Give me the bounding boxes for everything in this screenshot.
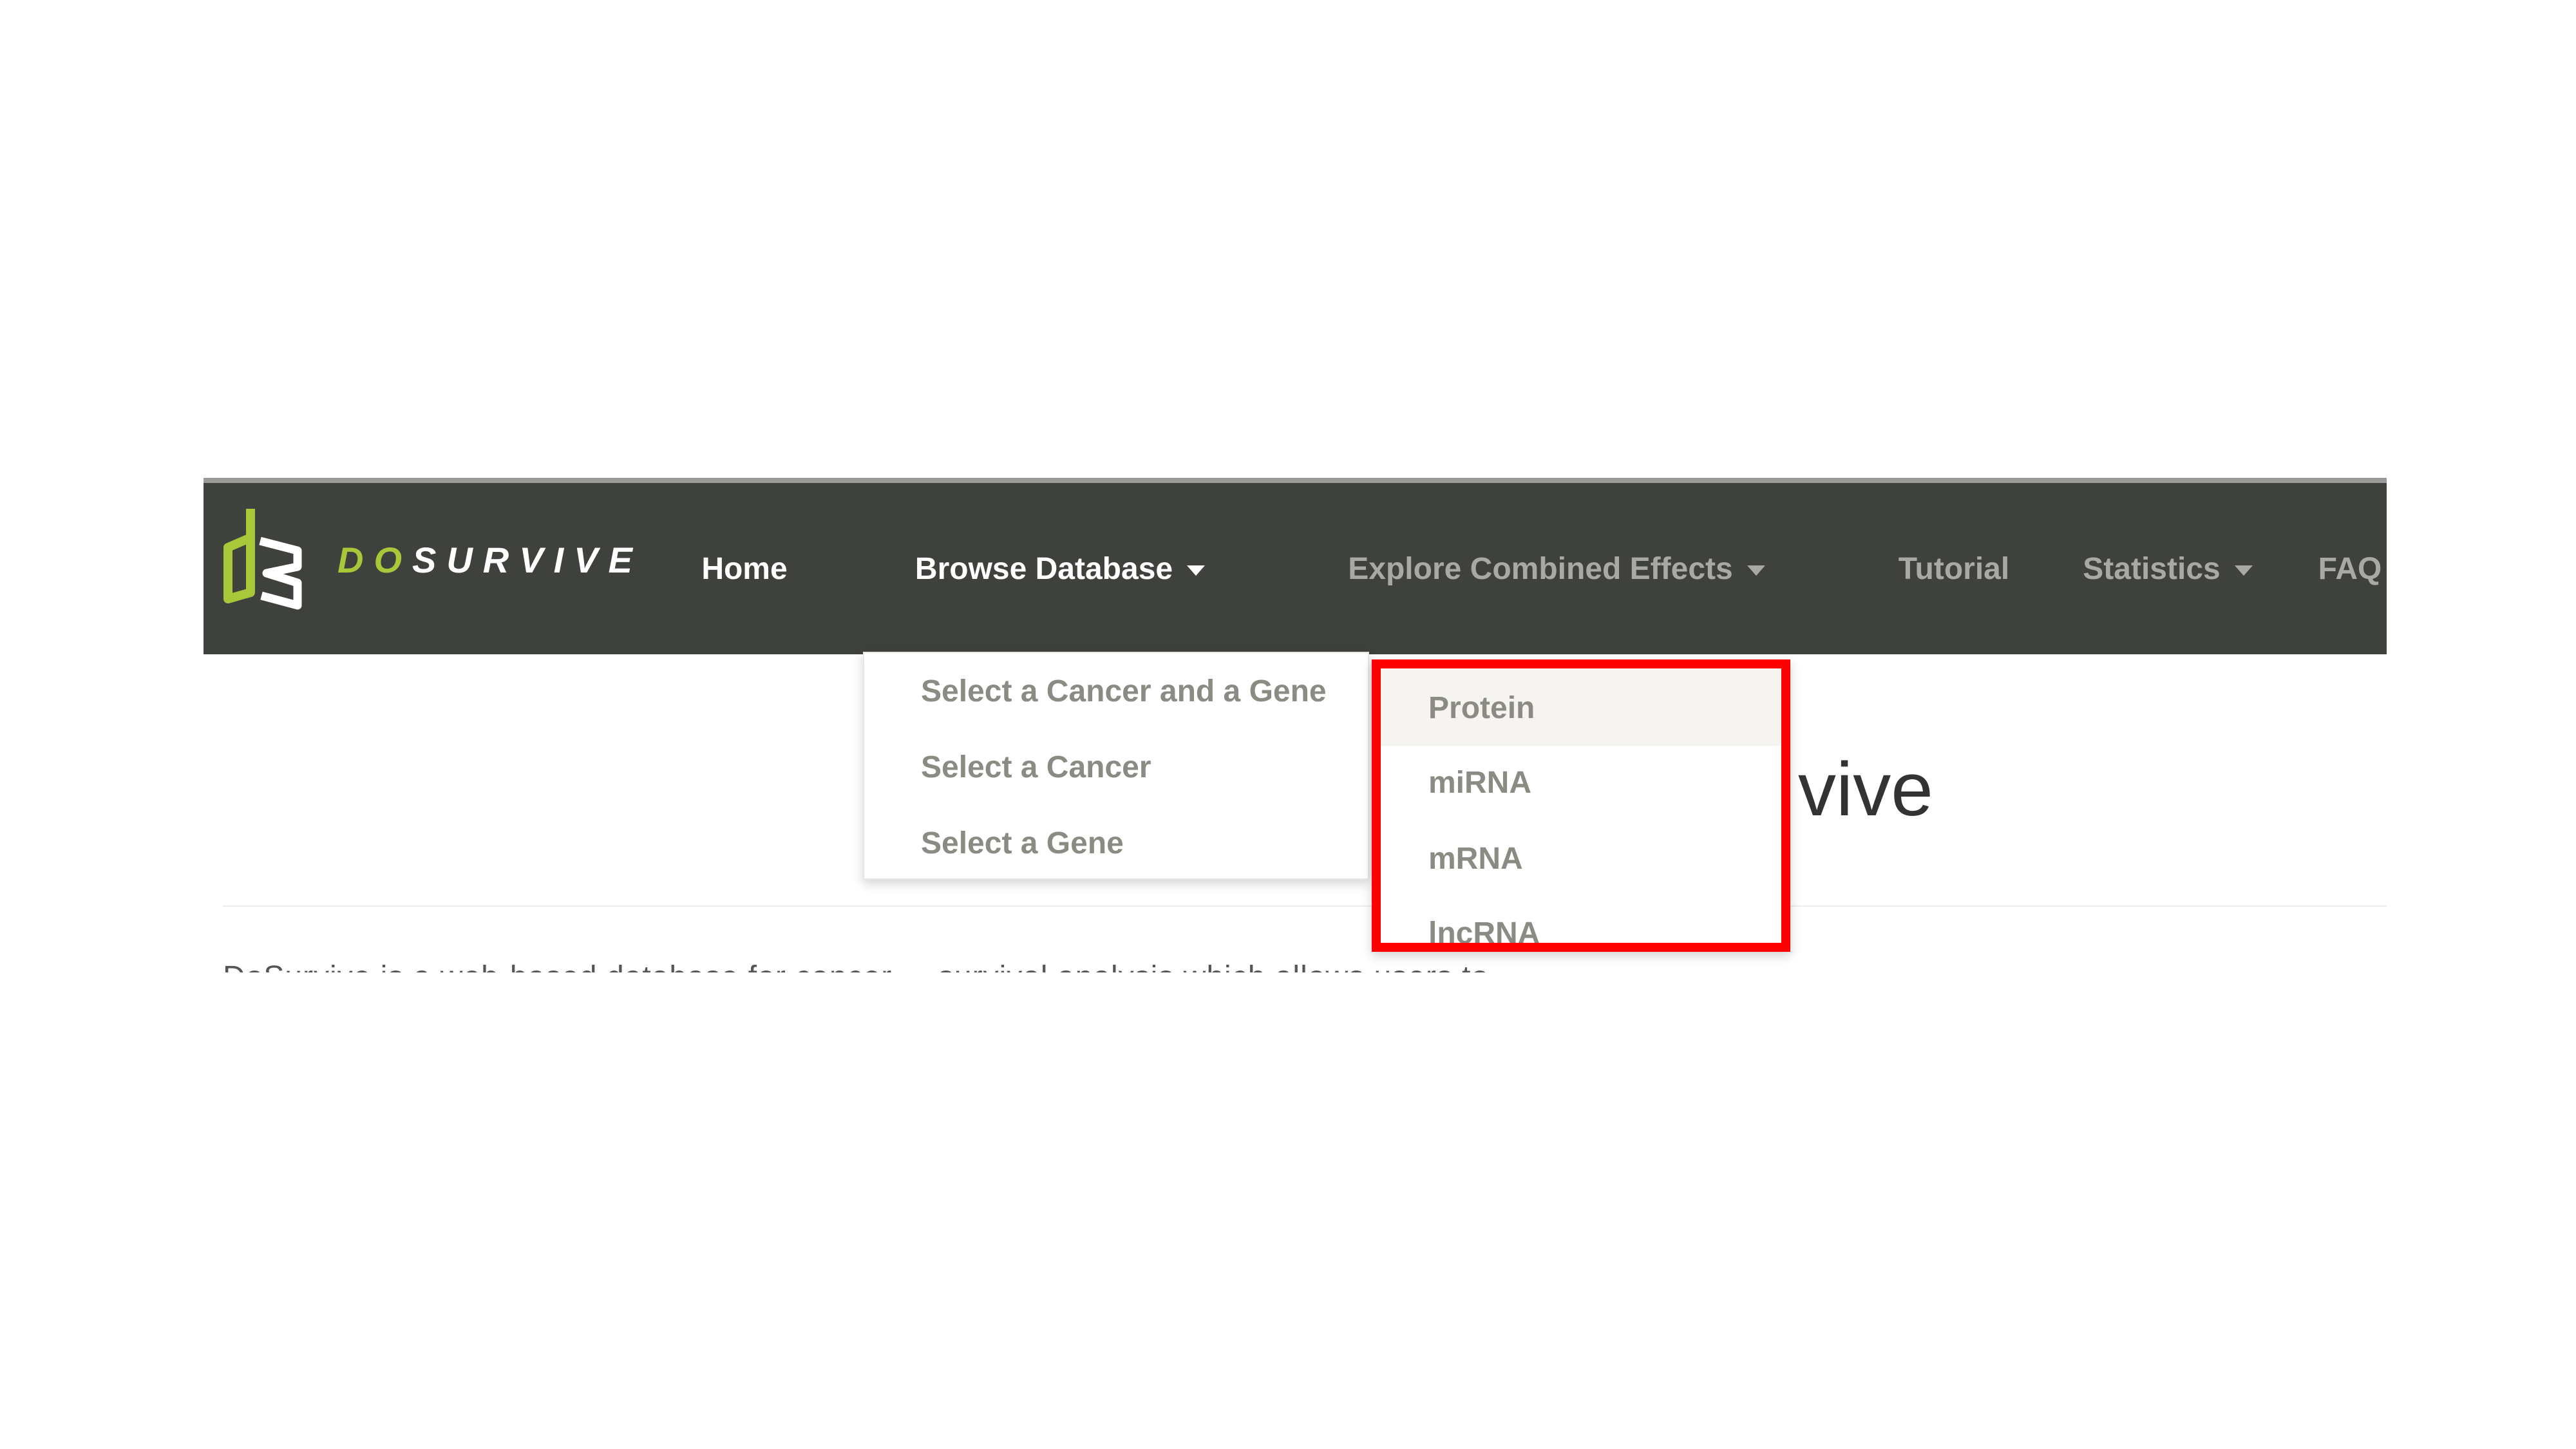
nav-explore-label: Explore Combined Effects: [1348, 551, 1733, 586]
brand-prefix: DO: [337, 540, 412, 580]
submenu-item-label: lncRNA: [1428, 916, 1540, 951]
page-title: vive: [1798, 747, 1933, 832]
ds-logo-icon: [223, 509, 302, 610]
menu-item-gene[interactable]: Select a Gene: [864, 805, 1368, 881]
menu-item-label: Select a Gene: [921, 826, 1124, 860]
nav-statistics[interactable]: Statistics: [2045, 483, 2290, 654]
submenu-item-lncrna[interactable]: lncRNA: [1373, 895, 1789, 971]
brand-logo-link[interactable]: DOSURVIVE: [204, 483, 694, 654]
nav-faq-label: FAQ: [2318, 551, 2382, 586]
divider: [223, 905, 2387, 907]
nav-browse-database-label: Browse Database: [914, 551, 1173, 586]
submenu-item-label: miRNA: [1428, 765, 1532, 800]
nav-statistics-label: Statistics: [2083, 551, 2221, 586]
caret-down-icon: [2234, 565, 2253, 576]
nav-browse-database[interactable]: Browse Database: [899, 483, 1221, 654]
nav-home-label: Home: [701, 551, 788, 586]
browse-database-menu: Select a Cancer and a Gene Select a Canc…: [863, 652, 1369, 880]
nav-home[interactable]: Home: [699, 483, 790, 654]
menu-item-label: Select a Cancer and a Gene: [921, 674, 1327, 708]
menu-item-label: Select a Cancer: [921, 750, 1151, 784]
submenu-item-label: mRNA: [1428, 841, 1523, 876]
nav-explore-combined-effects[interactable]: Explore Combined Effects: [1230, 483, 1883, 654]
top-navbar: DOSURVIVE Home Browse Database Explore C…: [204, 478, 2387, 654]
nav-tutorial-label: Tutorial: [1898, 551, 2010, 586]
nav-faq[interactable]: FAQ: [2295, 483, 2387, 654]
submenu-item-label: Protein: [1428, 690, 1535, 725]
nav-tutorial[interactable]: Tutorial: [1883, 483, 2025, 654]
menu-item-cancer-and-gene[interactable]: Select a Cancer and a Gene: [864, 653, 1368, 729]
brand-name: DOSURVIVE: [337, 542, 643, 578]
menu-item-cancer[interactable]: Select a Cancer: [864, 729, 1368, 805]
caret-down-icon: [1187, 565, 1206, 576]
intro-paragraph: DoSurvive is a web-based database for ca…: [223, 962, 1489, 973]
submenu-item-mrna[interactable]: mRNA: [1373, 820, 1789, 896]
submenu-item-mirna[interactable]: miRNA: [1373, 744, 1789, 820]
submenu-item-protein[interactable]: Protein: [1373, 670, 1789, 746]
molecule-type-submenu: Protein miRNA mRNA lncRNA: [1372, 659, 1790, 952]
brand-suffix: SURVIVE: [412, 540, 643, 580]
screenshot-frame: DOSURVIVE Home Browse Database Explore C…: [204, 478, 2387, 972]
caret-down-icon: [1747, 565, 1765, 576]
